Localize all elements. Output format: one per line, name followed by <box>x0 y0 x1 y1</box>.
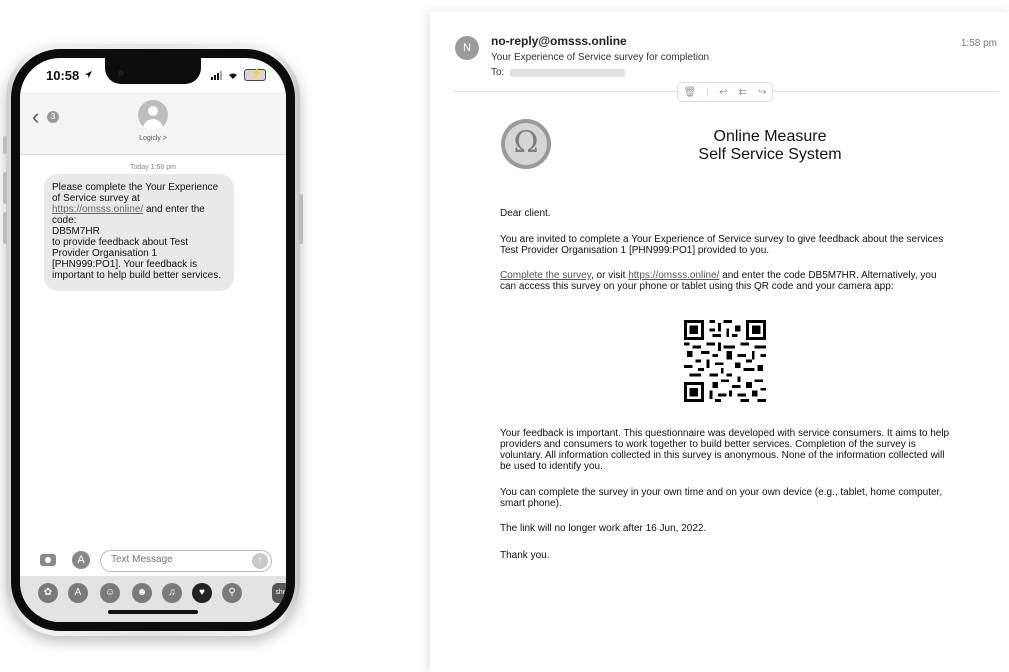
volume-up-button <box>3 172 7 204</box>
conversation-header: ‹ 3 Logicly > <box>20 92 286 155</box>
brand-line-1: Online Measure <box>713 128 827 145</box>
message-rest: to provide feedback about Test Provider … <box>52 237 221 281</box>
brand-title: Online Measure Self Service System <box>660 128 880 164</box>
to-label: To: <box>491 67 505 78</box>
email-subject: Your Experience of Service survey for co… <box>491 52 710 63</box>
front-camera <box>118 70 124 76</box>
message-timestamp: Today 1:58 pm <box>130 164 176 171</box>
email-toolbar: 🗑 ↩ ⇇ ↪ <box>677 82 773 102</box>
power-button <box>299 194 303 244</box>
sender-address[interactable]: no-reply@omsss.online <box>491 34 627 48</box>
send-arrow-icon[interactable]: ↑ <box>252 553 268 569</box>
image-search-icon[interactable]: ⚲ <box>222 583 242 603</box>
contact-avatar[interactable] <box>138 100 168 130</box>
location-arrow-icon <box>84 70 93 79</box>
memoji-app-icon[interactable]: ☺ <box>100 583 120 603</box>
imessage-app-tray: ✿ A ☺ ☻ ♫ ♥ ⚲ shop <box>20 576 286 622</box>
email-closing: Thank you. <box>500 550 550 561</box>
memoji-stickers-app-icon[interactable]: ☻ <box>132 583 152 603</box>
reply-all-icon[interactable]: ⇇ <box>739 87 747 98</box>
digital-touch-heart-icon[interactable]: ♥ <box>192 583 212 603</box>
qr-code[interactable] <box>684 320 766 402</box>
photos-app-icon[interactable]: ✿ <box>38 583 58 603</box>
message-text-field[interactable]: ↑ <box>100 550 272 572</box>
unread-count-badge[interactable]: 3 <box>47 111 59 123</box>
sender-avatar: N <box>455 36 479 60</box>
email-time: 1:58 pm <box>960 38 997 49</box>
email-paragraph-survey: Complete the survey, or visit https://om… <box>500 270 937 292</box>
message-bubble[interactable]: Please complete the Your Experience of S… <box>44 174 234 291</box>
volume-down-button <box>3 212 7 244</box>
message-code: DB5M7HR <box>52 226 100 237</box>
message-input[interactable] <box>111 554 241 565</box>
message-input-row: A ↑ <box>20 548 286 578</box>
email-paragraph-device: You can complete the survey in your own … <box>500 487 943 509</box>
omega-logo: Ω <box>501 119 551 169</box>
message-link[interactable]: https://omsss.online/ <box>52 204 143 215</box>
status-bar: 10:58 ⚡ <box>20 58 286 92</box>
trash-icon[interactable]: 🗑 <box>684 87 697 98</box>
brand-line-2: Self Service System <box>698 146 842 163</box>
status-icons: ⚡ <box>211 68 266 81</box>
phone-screen: 10:58 ⚡ ‹ 3 Logicly > Today 1:58 pm Plea… <box>20 58 286 622</box>
shop-app-icon[interactable]: shop <box>272 583 286 603</box>
forward-icon[interactable]: ↪ <box>758 87 766 98</box>
email-greeting: Dear client. <box>500 208 551 219</box>
battery-icon: ⚡ <box>244 68 266 81</box>
complete-survey-link[interactable]: Complete the survey <box>500 270 591 281</box>
status-time: 10:58 <box>46 68 80 83</box>
wifi-icon <box>229 72 237 79</box>
phone-mockup: 10:58 ⚡ ‹ 3 Logicly > Today 1:58 pm Plea… <box>3 44 303 636</box>
mute-switch <box>3 136 7 154</box>
email-paragraph-importance: Your feedback is important. This questio… <box>500 428 950 472</box>
redacted-recipient <box>510 69 625 77</box>
email-paragraph-invite: You are invited to complete a Your Exper… <box>500 234 944 256</box>
survey-url-link[interactable]: https://omsss.online/ <box>628 270 719 281</box>
back-chevron-icon[interactable]: ‹ <box>32 106 39 128</box>
email-view: N no-reply@omsss.online Your Experience … <box>430 12 1009 672</box>
email-paragraph-expiry: The link will no longer work after 16 Ju… <box>500 523 707 534</box>
app-store-icon[interactable]: A <box>72 551 90 569</box>
signal-icon <box>211 70 222 80</box>
message-intro: Please complete the Your Experience of S… <box>52 182 219 204</box>
contact-name[interactable]: Logicly > <box>20 135 286 142</box>
app-store-tray-icon[interactable]: A <box>68 583 88 603</box>
music-app-icon[interactable]: ♫ <box>162 583 182 603</box>
camera-icon[interactable] <box>40 554 56 566</box>
reply-icon[interactable]: ↩ <box>719 87 727 98</box>
home-indicator[interactable] <box>108 610 198 614</box>
